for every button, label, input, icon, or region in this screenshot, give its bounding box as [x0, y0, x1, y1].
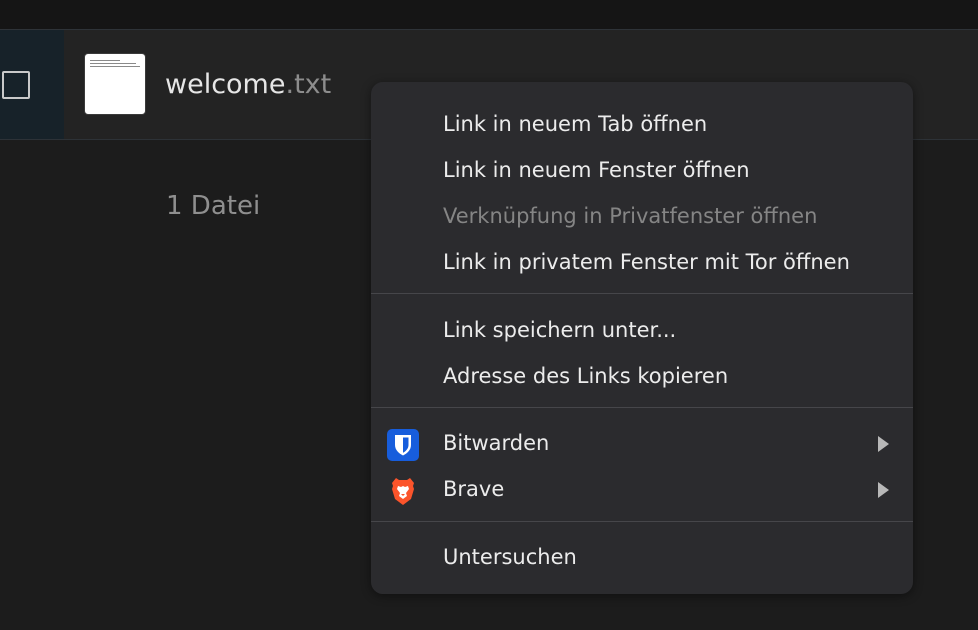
- menu-item-bitwarden[interactable]: Bitwarden: [371, 421, 913, 465]
- menu-item-label: Untersuchen: [443, 545, 577, 569]
- select-checkbox[interactable]: [2, 71, 30, 99]
- menu-item-label: Link in neuem Fenster öffnen: [443, 158, 750, 182]
- menu-item-copy-link-address[interactable]: Adresse des Links kopieren: [371, 354, 913, 398]
- menu-separator: [371, 407, 913, 408]
- menu-item-label: Adresse des Links kopieren: [443, 364, 729, 388]
- menu-item-label: Link in privatem Fenster mit Tor öffnen: [443, 250, 850, 274]
- menu-item-open-new-tab[interactable]: Link in neuem Tab öffnen: [371, 102, 913, 146]
- file-count: 1 Datei: [166, 191, 261, 221]
- menu-item-brave[interactable]: Brave: [371, 467, 913, 511]
- menu-item-label: Verknüpfung in Privatfenster öffnen: [443, 204, 818, 228]
- menu-item-save-link-as[interactable]: Link speichern unter...: [371, 308, 913, 352]
- file-thumbnail[interactable]: [84, 53, 146, 115]
- submenu-arrow-icon: [878, 436, 889, 452]
- menu-item-label: Brave: [443, 477, 505, 501]
- menu-item-inspect[interactable]: Untersuchen: [371, 535, 913, 579]
- menu-separator: [371, 521, 913, 522]
- menu-item-open-private-window: Verknüpfung in Privatfenster öffnen: [371, 194, 913, 238]
- menu-item-label: Link in neuem Tab öffnen: [443, 112, 708, 136]
- top-bar: [0, 0, 978, 30]
- menu-item-label: Bitwarden: [443, 431, 550, 455]
- file-name-extension: .txt: [285, 69, 332, 100]
- menu-item-label: Link speichern unter...: [443, 318, 677, 342]
- menu-item-open-private-tor-window[interactable]: Link in privatem Fenster mit Tor öffnen: [371, 240, 913, 284]
- brave-icon: [387, 475, 419, 507]
- file-name-base: welcome: [165, 69, 286, 100]
- menu-separator: [371, 293, 913, 294]
- menu-item-open-new-window[interactable]: Link in neuem Fenster öffnen: [371, 148, 913, 192]
- file-name[interactable]: welcome.txt: [165, 69, 331, 101]
- select-cell: [0, 30, 64, 139]
- context-menu: Link in neuem Tab öffnen Link in neuem F…: [371, 82, 913, 594]
- bitwarden-icon: [387, 429, 419, 461]
- submenu-arrow-icon: [878, 482, 889, 498]
